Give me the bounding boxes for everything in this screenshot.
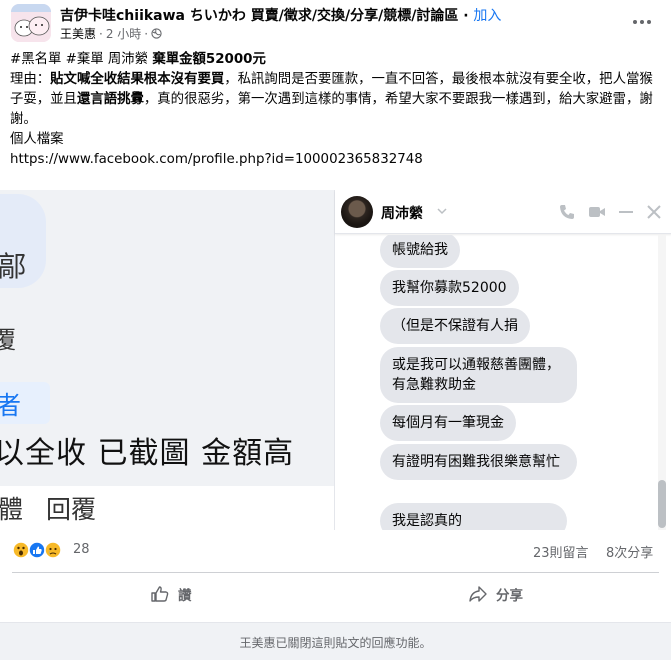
reaction-icons[interactable] [12, 541, 70, 559]
like-label: 讚 [178, 588, 192, 604]
chat-header: 周沛縈 [335, 190, 671, 234]
chat-message: 有證明有困難我很樂意幫忙 [380, 444, 577, 480]
group-avatar[interactable] [11, 4, 51, 42]
post-image[interactable]: 鄗 覆 者 以全收 已截圖 金額高 體 回覆 周沛縈 帳號給我 我幫你募款520… [0, 190, 671, 530]
shares-count[interactable]: 8次分享 [606, 542, 653, 561]
comments-count[interactable]: 23則留言 [533, 542, 589, 561]
video-camera-icon [589, 207, 605, 217]
post-line-reason: 理由：貼文喊全收結果根本沒有要買，私訊詢問是否要匯款，一直不回答，最後根本就沒有… [10, 72, 653, 127]
chat-message: 帳號給我 [380, 235, 460, 268]
author-name[interactable]: 王美惠 [60, 25, 96, 42]
post-time[interactable]: 2 小時 [106, 25, 141, 42]
post-stats: 28 23則留言 8次分享 [0, 530, 671, 570]
chat-message: 每個月有一筆現金 [380, 405, 516, 441]
close-icon [647, 205, 661, 219]
reaction-count[interactable]: 28 [73, 542, 90, 557]
thumbs-up-icon [151, 586, 169, 602]
fragment-text: 回覆 [46, 495, 97, 524]
messenger-chat: 周沛縈 帳號給我 我幫你募款52000 （但是不保證有人捐 或是我可以通報慈善團… [334, 190, 671, 530]
minimize-icon [619, 211, 633, 213]
chat-message: 我是認真的 [380, 503, 567, 530]
hashtags[interactable]: #黑名單 #棄單 周沛縈 [10, 52, 152, 67]
profile-label: 個人檔案 [10, 132, 64, 147]
chat-contact-name: 周沛縈 [381, 206, 423, 222]
wow-icon [12, 541, 30, 559]
chat-message: 或是我可以通報慈善團體，有急難救助金 [380, 347, 577, 403]
fragment-text: 以全收 已截圖 金額高 [0, 436, 295, 471]
group-name[interactable]: 吉伊卡哇chiikawa ちいかわ 買賣/徵求/交換/分享/競標/討論區 · 加… [60, 5, 501, 25]
more-options-button[interactable] [630, 12, 654, 32]
post-header: 吉伊卡哇chiikawa ちいかわ 買賣/徵求/交換/分享/競標/討論區 · 加… [0, 0, 671, 44]
share-icon [469, 586, 487, 602]
phone-icon [560, 205, 574, 219]
fragment-text: 鄗 [0, 250, 27, 283]
dot-icon [647, 20, 651, 24]
like-icon [28, 541, 46, 559]
divider [12, 572, 659, 573]
share-button[interactable]: 分享 [468, 578, 523, 610]
comments-closed-bar: 王美惠已關閉這則貼文的回應功能。 [0, 622, 671, 660]
fragment-text: 體 [0, 495, 24, 524]
chat-message: （但是不保證有人捐 [380, 308, 530, 344]
dot-icon [640, 20, 644, 24]
group-name-text[interactable]: 吉伊卡哇chiikawa ちいかわ 買賣/徵求/交換/分享/競標/討論區 [60, 8, 458, 24]
chat-scroll-thumb [658, 480, 666, 528]
post-line-title: #黑名單 #棄單 周沛縈 棄單金額52000元 [10, 50, 662, 70]
sad-icon [44, 541, 62, 559]
post-meta: 王美惠 · 2 小時 · [60, 25, 162, 42]
left-screenshot-pane: 鄗 覆 者 以全收 已截圖 金額高 [0, 190, 334, 486]
fragment-text: 者 [0, 391, 22, 420]
dot-icon [633, 20, 637, 24]
chat-messages: 帳號給我 我幫你募款52000 （但是不保證有人捐 或是我可以通報慈善團體，有急… [335, 235, 671, 530]
share-label: 分享 [496, 588, 523, 604]
fragment-text: 覆 [0, 326, 16, 354]
join-group-link[interactable]: 加入 [473, 8, 501, 24]
amount-text: 棄單金額52000元 [152, 52, 266, 67]
comments-closed-notice: 王美惠已關閉這則貼文的回應功能。 [239, 636, 432, 650]
post-text: #黑名單 #棄單 周沛縈 棄單金額52000元 理由：貼文喊全收結果根本沒有要買… [10, 50, 662, 170]
chat-avatar [341, 196, 373, 228]
globe-icon[interactable] [151, 28, 162, 39]
chevron-down-icon [437, 208, 447, 215]
profile-link[interactable]: https://www.facebook.com/profile.php?id=… [10, 150, 662, 170]
chat-message: 我幫你募款52000 [380, 270, 519, 306]
like-button[interactable]: 讚 [150, 578, 192, 610]
